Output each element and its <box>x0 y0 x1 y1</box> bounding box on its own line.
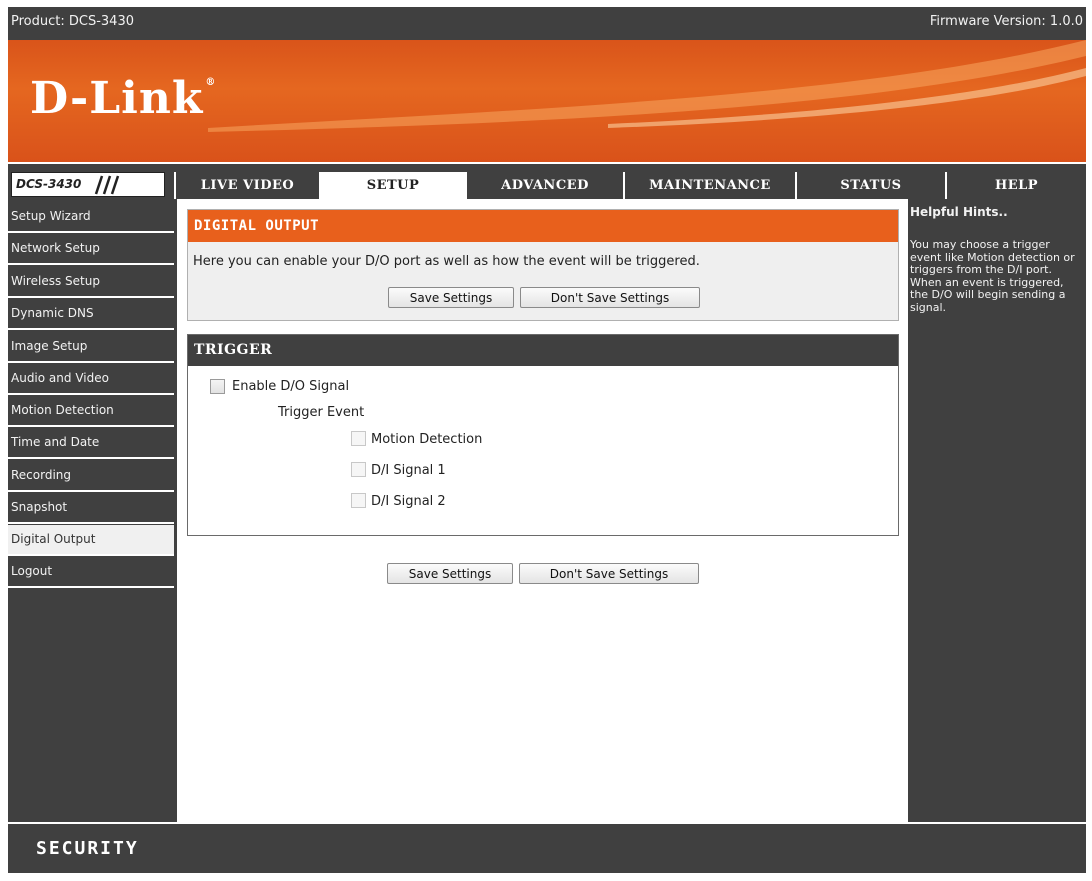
di-signal-2-checkbox[interactable] <box>351 493 366 508</box>
sidebar-item-image-setup[interactable]: Image Setup <box>8 332 174 363</box>
tab-setup[interactable]: SETUP <box>319 172 465 199</box>
footer-bar: SECURITY <box>8 822 1086 873</box>
dont-save-settings-button-top[interactable]: Don't Save Settings <box>520 287 700 308</box>
top-info-bar: Product: DCS-3430 Firmware Version: 1.0.… <box>8 7 1086 40</box>
digital-output-header: DIGITAL OUTPUT <box>188 210 898 242</box>
digital-output-description: Here you can enable your D/O port as wel… <box>193 254 700 269</box>
camera-web-ui: Product: DCS-3430 Firmware Version: 1.0.… <box>8 7 1086 873</box>
product-label: Product: DCS-3430 <box>11 14 134 29</box>
brand-banner: D-Link ® <box>8 40 1086 162</box>
model-name: DCS-3430 <box>16 177 82 191</box>
enable-do-signal-label: Enable D/O Signal <box>232 379 350 394</box>
tab-status[interactable]: STATUS <box>795 172 945 199</box>
sidebar-item-logout[interactable]: Logout <box>8 557 174 588</box>
sidebar-item-recording[interactable]: Recording <box>8 461 174 492</box>
dlink-logo: D-Link ® <box>30 73 217 124</box>
logo-text: D-Link <box>30 73 204 124</box>
sidebar-item-snapshot[interactable]: Snapshot <box>8 493 174 524</box>
helpful-hints-panel: Helpful Hints.. You may choose a trigger… <box>908 199 1086 822</box>
security-label: SECURITY <box>36 838 139 859</box>
sidebar-item-digital-output[interactable]: Digital Output <box>8 525 174 556</box>
enable-do-signal-checkbox[interactable] <box>210 379 225 394</box>
tab-help[interactable]: HELP <box>945 172 1086 199</box>
di-signal-1-checkbox[interactable] <box>351 462 366 477</box>
trigger-title: TRIGGER <box>194 342 273 358</box>
save-settings-button-top[interactable]: Save Settings <box>388 287 514 308</box>
digital-output-panel: DIGITAL OUTPUT Here you can enable your … <box>187 209 899 321</box>
tab-advanced[interactable]: ADVANCED <box>465 172 623 199</box>
sidebar-item-time-date[interactable]: Time and Date <box>8 428 174 459</box>
tab-maintenance[interactable]: MAINTENANCE <box>623 172 795 199</box>
di-signal-2-label: D/I Signal 2 <box>371 494 446 509</box>
sidebar-item-wireless-setup[interactable]: Wireless Setup <box>8 267 174 298</box>
motion-detection-checkbox[interactable] <box>351 431 366 446</box>
model-badge: DCS-3430 <box>11 172 165 197</box>
trigger-event-label: Trigger Event <box>278 405 365 420</box>
sidebar-item-audio-video[interactable]: Audio and Video <box>8 364 174 395</box>
firmware-label: Firmware Version: 1.0.0 <box>929 14 1083 29</box>
di-signal-1-label: D/I Signal 1 <box>371 463 446 478</box>
sidebar-item-dynamic-dns[interactable]: Dynamic DNS <box>8 299 174 330</box>
main-navigation: DCS-3430 LIVE VIDEO SETUP ADVANCED MAINT… <box>8 162 1086 199</box>
hints-title: Helpful Hints.. <box>910 205 1008 219</box>
slash-marks-icon <box>94 175 120 195</box>
registered-mark: ® <box>205 77 217 88</box>
digital-output-title: DIGITAL OUTPUT <box>194 218 320 234</box>
sidebar-item-setup-wizard[interactable]: Setup Wizard <box>8 202 174 233</box>
trigger-header: TRIGGER <box>188 335 898 366</box>
trigger-panel: TRIGGER Enable D/O Signal Trigger Event … <box>187 334 899 536</box>
motion-detection-label: Motion Detection <box>371 432 483 447</box>
sidebar-item-network-setup[interactable]: Network Setup <box>8 234 174 265</box>
sidebar-item-motion-detection[interactable]: Motion Detection <box>8 396 174 427</box>
main-content: DIGITAL OUTPUT Here you can enable your … <box>177 199 908 822</box>
sidebar-menu: Setup Wizard Network Setup Wireless Setu… <box>8 199 174 822</box>
hints-body: You may choose a trigger event like Moti… <box>910 238 1075 314</box>
save-settings-button-bottom[interactable]: Save Settings <box>387 563 513 584</box>
tab-live-video[interactable]: LIVE VIDEO <box>174 172 319 199</box>
dont-save-settings-button-bottom[interactable]: Don't Save Settings <box>519 563 699 584</box>
